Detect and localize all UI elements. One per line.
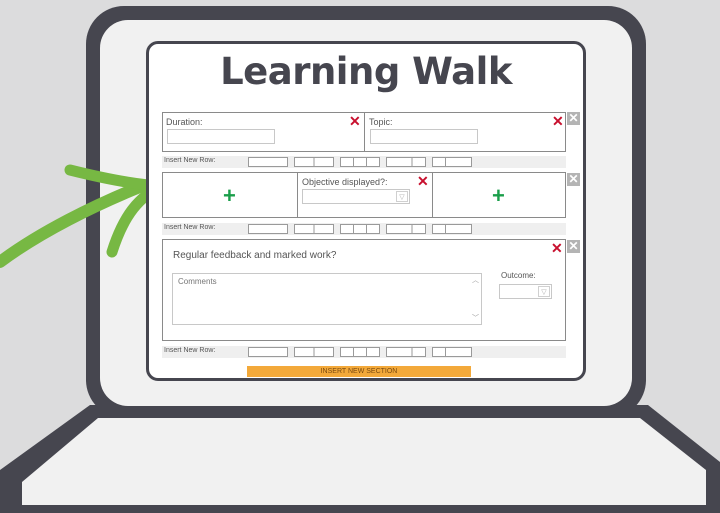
row-layout-1-col[interactable] [248, 347, 288, 357]
row-layout-wide-left[interactable] [386, 157, 426, 167]
objective-select[interactable]: ▽ [302, 189, 410, 204]
row-layout-2-col[interactable] [294, 157, 334, 167]
laptop-base-surface [22, 418, 706, 505]
chevron-down-icon: ▽ [538, 286, 550, 297]
insert-row-bar-2: Insert New Row: [162, 223, 566, 235]
outcome-select[interactable]: ▽ [499, 284, 552, 299]
insert-new-section-button[interactable]: INSERT NEW SECTION [247, 366, 471, 377]
insert-row-label: Insert New Row: [164, 347, 216, 354]
remove-objective-icon[interactable]: ✕ [417, 174, 429, 188]
empty-cell-left: + [162, 172, 298, 218]
row-layout-wide-right[interactable] [432, 347, 472, 357]
row-layout-1-col[interactable] [248, 224, 288, 234]
scroll-up-icon[interactable]: ︿ [472, 275, 479, 285]
feedback-question: Regular feedback and marked work? [173, 250, 337, 261]
insert-row-label: Insert New Row: [164, 224, 216, 231]
remove-topic-icon[interactable]: ✕ [552, 114, 564, 128]
objective-label: Objective displayed?: [302, 177, 388, 187]
page-title: Learning Walk [220, 50, 512, 93]
row-layout-3-col[interactable] [340, 224, 380, 234]
empty-cell-right: + [432, 172, 566, 218]
topic-label: Topic: [369, 117, 393, 127]
remove-feedback-icon[interactable]: ✕ [551, 241, 563, 255]
duration-input[interactable] [167, 129, 275, 144]
add-cell-right-icon[interactable]: + [492, 185, 505, 207]
add-cell-left-icon[interactable]: + [223, 185, 236, 207]
remove-row-3-icon[interactable]: ✕ [567, 240, 580, 253]
insert-row-bar-1: Insert New Row: [162, 156, 566, 168]
row-layout-wide-right[interactable] [432, 224, 472, 234]
row-layout-wide-right[interactable] [432, 157, 472, 167]
comments-textarea[interactable]: Comments ︿ ﹀ [172, 273, 482, 325]
row-layout-3-col[interactable] [340, 157, 380, 167]
remove-duration-icon[interactable]: ✕ [349, 114, 361, 128]
outcome-label: Outcome: [501, 271, 536, 280]
scroll-down-icon[interactable]: ﹀ [472, 313, 479, 323]
app-screen: Learning Walk Duration: ✕ Topic: ✕ ✕ Ins… [146, 41, 586, 381]
remove-row-2-icon[interactable]: ✕ [567, 173, 580, 186]
topic-cell: Topic: ✕ [364, 112, 566, 152]
chevron-down-icon: ▽ [396, 191, 408, 202]
row-layout-wide-left[interactable] [386, 224, 426, 234]
comments-placeholder: Comments [178, 277, 217, 286]
feedback-cell: Regular feedback and marked work? Commen… [162, 239, 566, 341]
objective-cell: Objective displayed?: ▽ ✕ [297, 172, 433, 218]
duration-cell: Duration: ✕ [162, 112, 365, 152]
row-layout-3-col[interactable] [340, 347, 380, 357]
row-layout-1-col[interactable] [248, 157, 288, 167]
row-layout-wide-left[interactable] [386, 347, 426, 357]
remove-row-1-icon[interactable]: ✕ [567, 112, 580, 125]
row-layout-2-col[interactable] [294, 224, 334, 234]
insert-row-label: Insert New Row: [164, 157, 216, 164]
insert-row-bar-3: Insert New Row: [162, 346, 566, 358]
topic-input[interactable] [370, 129, 478, 144]
row-layout-2-col[interactable] [294, 347, 334, 357]
duration-label: Duration: [166, 117, 203, 127]
